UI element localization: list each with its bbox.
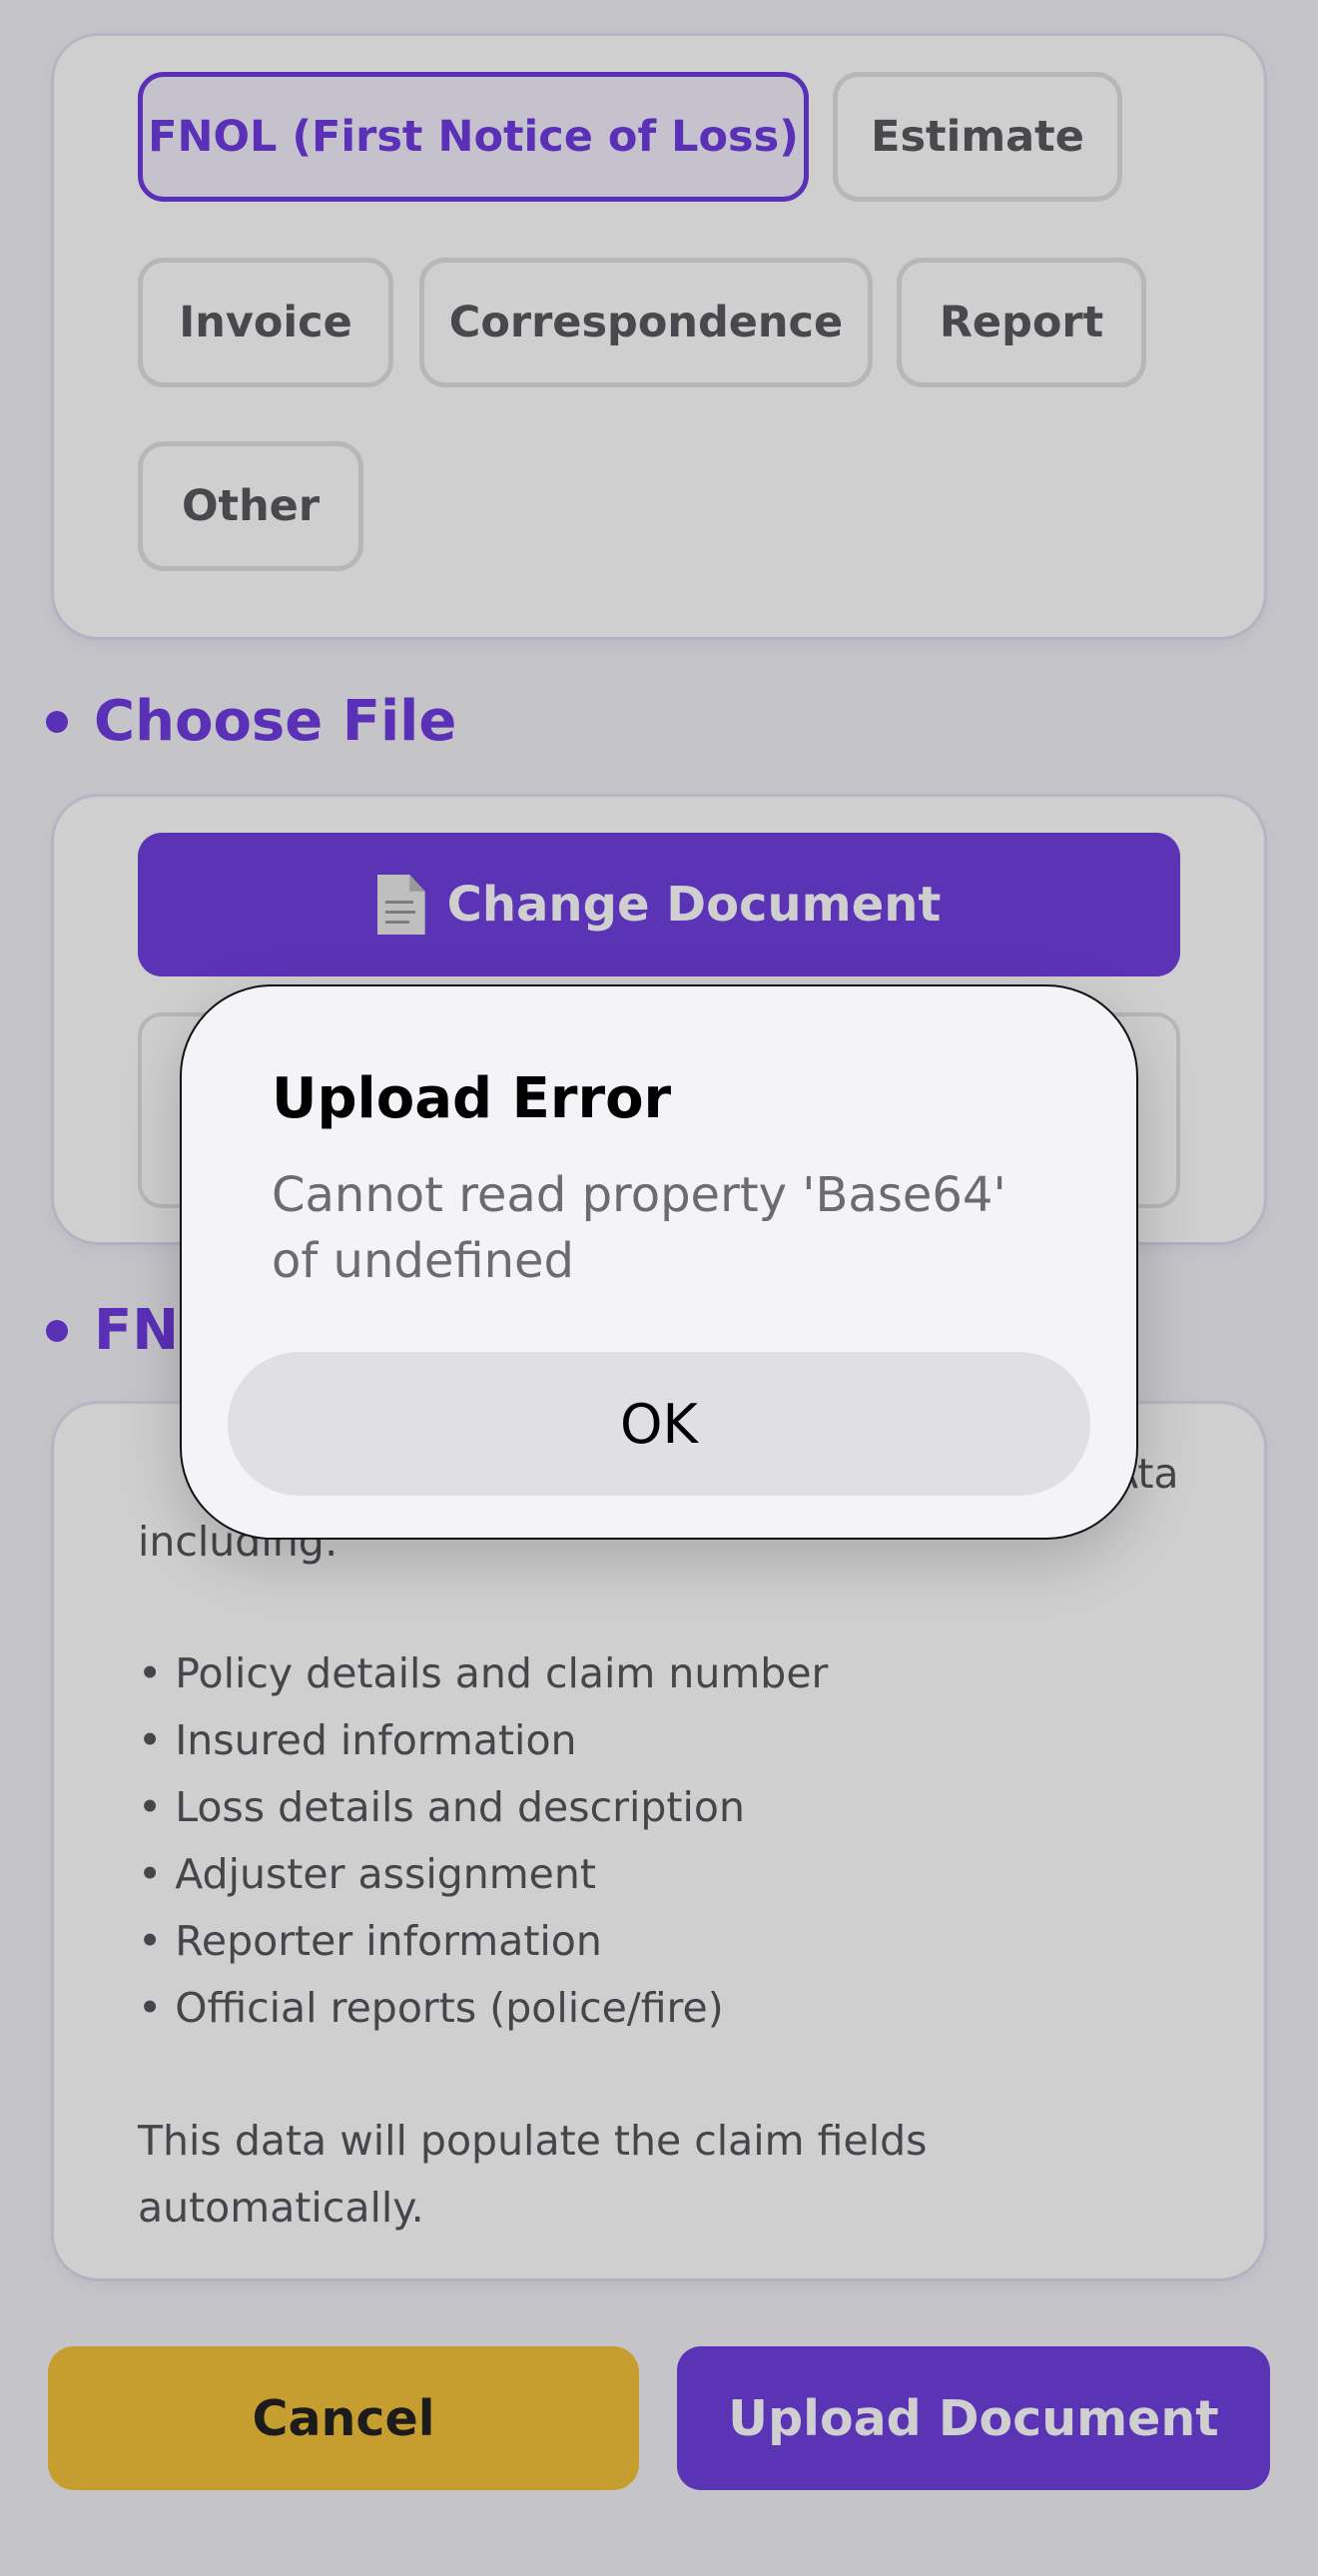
dialog-message: Cannot read property 'Base64' of undefin… [272, 1167, 1006, 1289]
dialog-title: Upload Error [272, 1066, 672, 1131]
upload-error-dialog: Upload Error Cannot read property 'Base6… [180, 984, 1138, 1540]
ok-button[interactable]: OK [228, 1352, 1090, 1496]
